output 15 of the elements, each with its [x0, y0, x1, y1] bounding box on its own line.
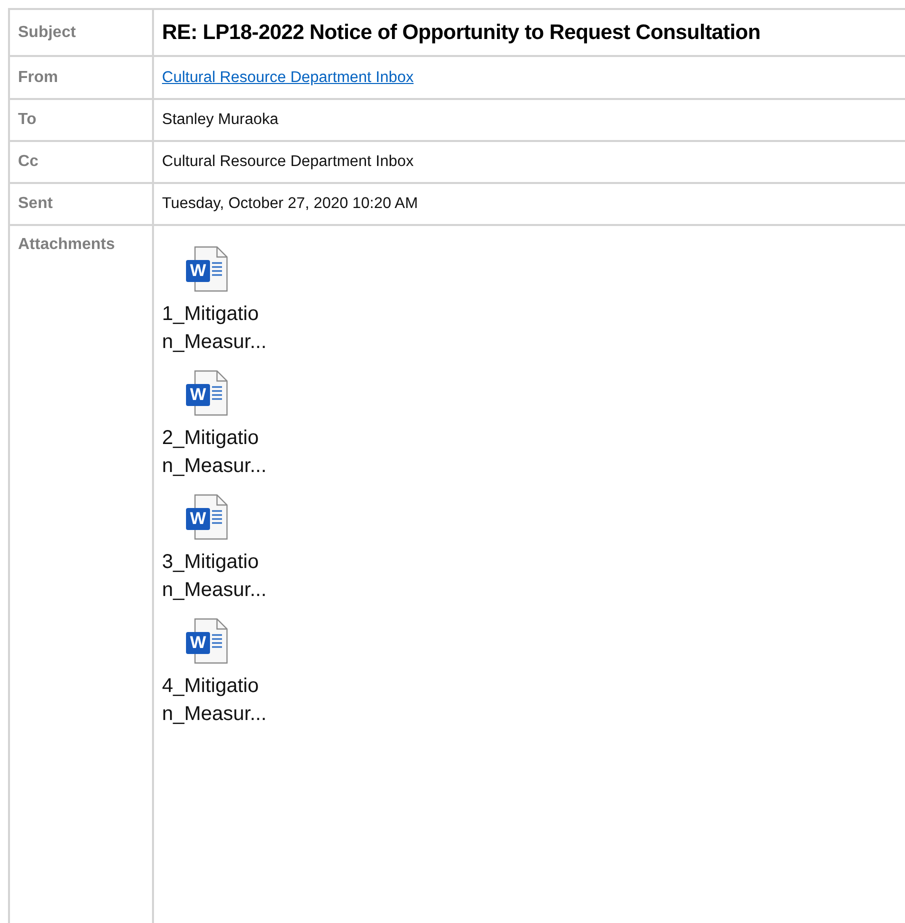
- field-value: Stanley Muraoka: [162, 111, 278, 129]
- field-label: From: [18, 68, 58, 86]
- attachment-name[interactable]: 3_Mitigatio n_Measur...: [162, 548, 267, 604]
- field-value: Cultural Resource Department Inbox: [162, 153, 414, 171]
- field-value: Tuesday, October 27, 2020 10:20 AM: [162, 195, 418, 213]
- attachment-name[interactable]: 2_Mitigatio n_Measur...: [162, 424, 267, 480]
- field-label: Subject: [18, 24, 76, 42]
- field-label: Attachments: [18, 236, 115, 253]
- attachment-name[interactable]: 4_Mitigatio n_Measur...: [162, 672, 267, 728]
- subject-text: RE: LP18-2022 Notice of Opportunity to Request Consultation: [162, 20, 760, 44]
- field-label: To: [18, 111, 36, 129]
- field-label: Sent: [18, 195, 53, 213]
- sender-link[interactable]: Cultural Resource Department Inbox: [162, 68, 414, 86]
- field-label: Cc: [18, 153, 38, 171]
- attachment-name[interactable]: 1_Mitigatio n_Measur...: [162, 300, 267, 356]
